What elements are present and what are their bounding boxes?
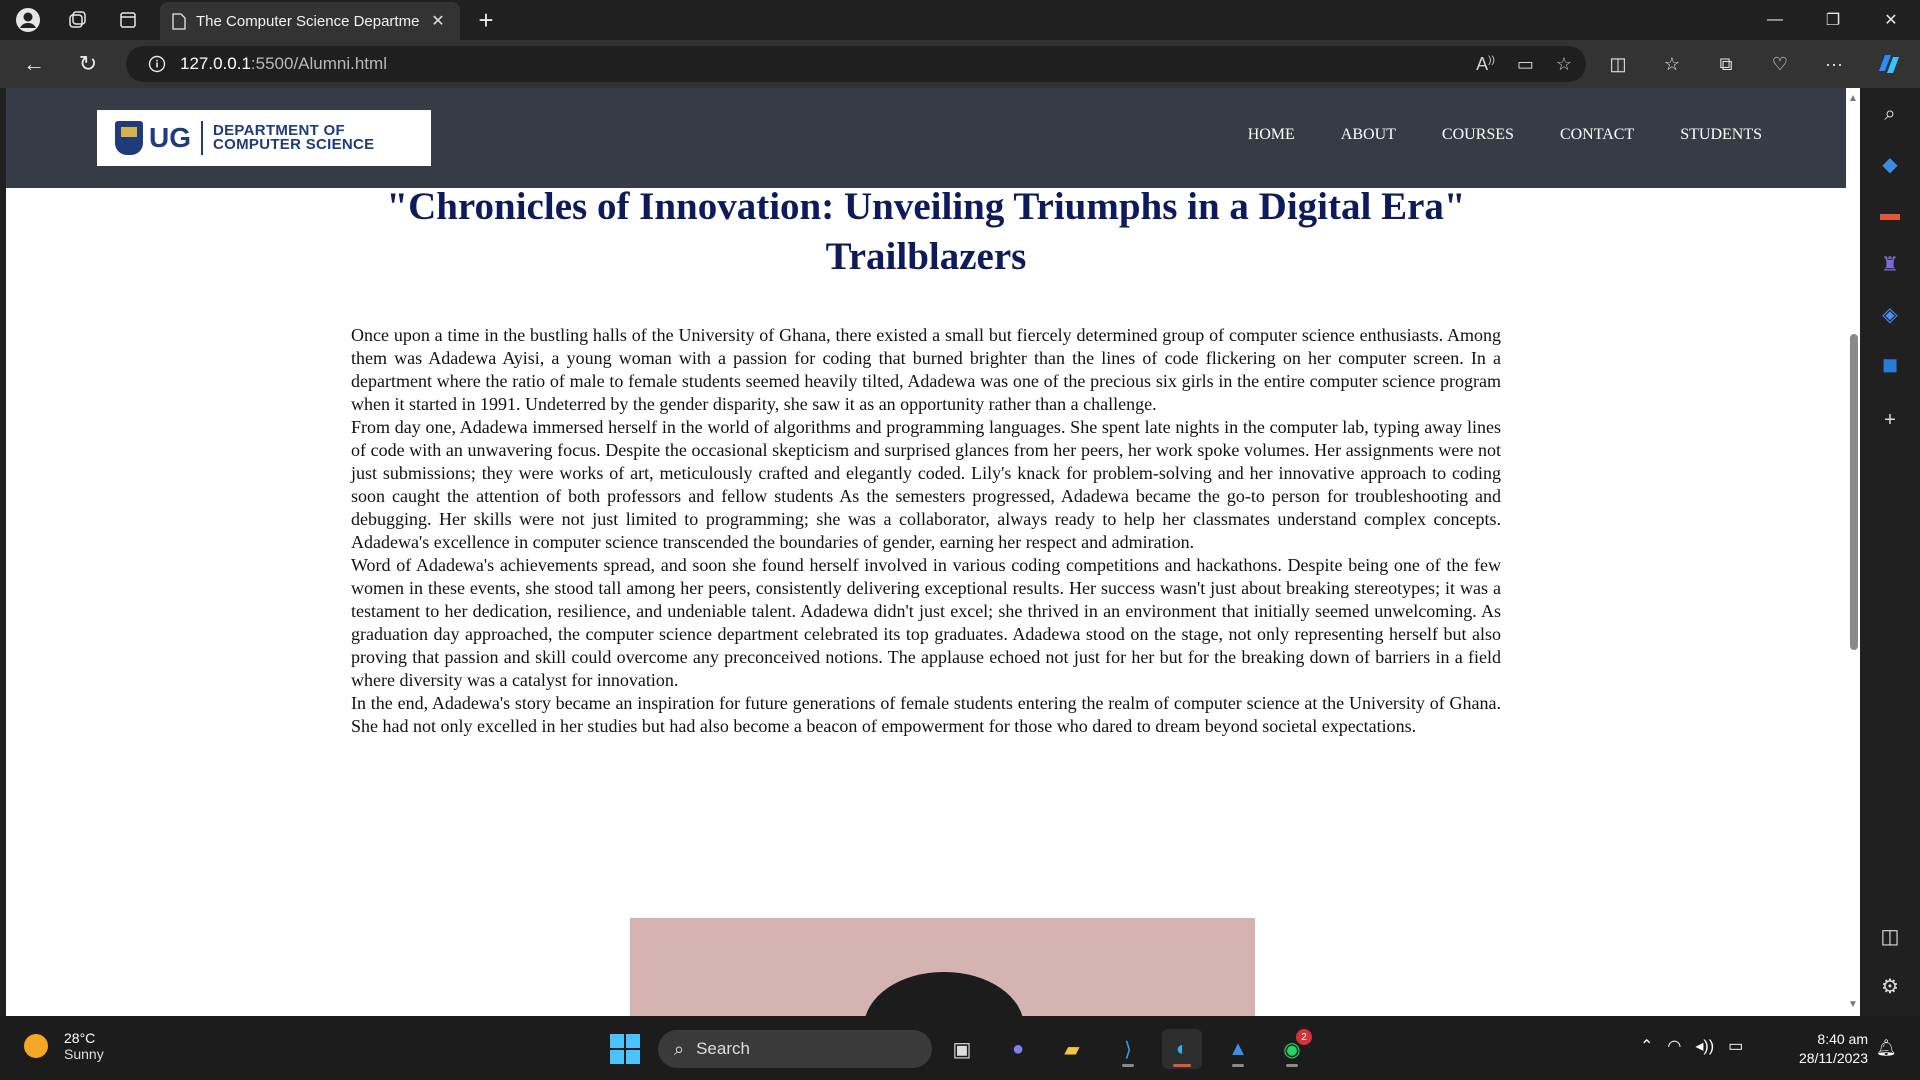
nav-contact[interactable]: CONTACT <box>1560 126 1634 144</box>
nav-home[interactable]: HOME <box>1248 126 1295 144</box>
weather-temperature: 28°C <box>64 1030 96 1046</box>
close-tab-icon[interactable]: ✕ <box>428 11 448 31</box>
more-options-icon[interactable]: ··· <box>1816 46 1852 82</box>
favorite-star-icon[interactable]: ☆ <box>1556 54 1572 75</box>
university-crest-icon <box>115 121 143 155</box>
file-explorer-icon[interactable]: ▰ <box>1052 1029 1092 1069</box>
split-screen-icon[interactable]: ◫ <box>1600 46 1636 82</box>
alumni-story: Once upon a time in the bustling halls o… <box>351 324 1501 738</box>
edge-icon[interactable]: ◐ <box>1162 1029 1202 1069</box>
copilot-icon[interactable] <box>1870 46 1906 82</box>
address-bar[interactable]: 127.0.0.1:5500/Alumni.html A)) ▭ ☆ <box>126 46 1586 82</box>
scroll-down-arrow-icon[interactable]: ▼ <box>1848 1000 1858 1010</box>
page-title-line-1: "Chronicles of Innovation: Unveiling Tri… <box>386 185 1466 228</box>
close-window-icon[interactable]: ✕ <box>1862 0 1920 40</box>
notification-badge: 2 <box>1296 1029 1312 1045</box>
logo-divider <box>201 121 203 155</box>
windows-start-icon[interactable] <box>610 1034 640 1064</box>
page-title: "Chronicles of Innovation: Unveiling Tri… <box>6 182 1846 282</box>
back-arrow-icon[interactable]: ← <box>16 46 52 82</box>
notification-bell-icon[interactable]: 🔔︎ <box>1876 1038 1896 1058</box>
nav-about[interactable]: ABOUT <box>1341 126 1396 144</box>
taskbar-clock[interactable]: 8:40 am 28/11/2023 <box>1772 1030 1868 1068</box>
logo-department-text: DEPARTMENT OF COMPUTER SCIENCE <box>213 123 375 153</box>
tab-title: The Computer Science Departme <box>196 12 420 30</box>
clock-date: 28/11/2023 <box>1798 1050 1868 1066</box>
story-paragraph: Word of Adadewa's achievements spread, a… <box>351 555 1501 690</box>
system-tray: ⌃ ◠ ◂)) ▭ <box>1640 1036 1743 1056</box>
info-icon[interactable] <box>148 55 166 73</box>
scroll-up-arrow-icon[interactable]: ▲ <box>1848 94 1858 104</box>
sun-icon <box>24 1034 48 1058</box>
collections-icon[interactable]: ⧉ <box>1708 46 1744 82</box>
search-icon[interactable]: ⌕ <box>1872 96 1908 132</box>
site-header: UG DEPARTMENT OF COMPUTER SCIENCE HOME A… <box>6 88 1846 188</box>
search-magnifier-icon: ⌕ <box>674 1038 685 1059</box>
favorites-icon[interactable]: ☆ <box>1654 46 1690 82</box>
department-logo[interactable]: UG DEPARTMENT OF COMPUTER SCIENCE <box>97 110 431 166</box>
teams-chat-icon[interactable]: ● <box>998 1029 1038 1069</box>
logo-line-2: COMPUTER SCIENCE <box>213 136 375 153</box>
minimize-icon[interactable]: — <box>1746 0 1804 40</box>
running-indicator <box>1122 1064 1134 1067</box>
tools-briefcase-icon[interactable]: ▬ <box>1872 196 1908 232</box>
page-viewport: UG DEPARTMENT OF COMPUTER SCIENCE HOME A… <box>6 88 1846 1016</box>
show-hidden-icons-chevron-icon[interactable]: ⌃ <box>1640 1036 1653 1056</box>
edge-sidebar: ⌕ ◆ ▬ ♜ ◈ ◼ + ◫ ⚙ <box>1860 88 1920 1016</box>
refresh-icon[interactable]: ↻ <box>70 46 106 82</box>
photos-app-icon[interactable]: ▲ <box>1218 1029 1258 1069</box>
url-path: :5500/Alumni.html <box>250 54 387 73</box>
story-paragraph: In the end, Adadewa's story became an in… <box>351 693 1501 736</box>
weather-condition: Sunny <box>64 1046 104 1062</box>
browser-toolbar: ← ↻ 127.0.0.1:5500/Alumni.html A)) ▭ ☆ ◫… <box>0 40 1920 88</box>
address-bar-actions: A)) ▭ ☆ <box>1476 46 1572 82</box>
profile-icon[interactable] <box>8 0 48 40</box>
add-sidebar-app-icon[interactable]: + <box>1872 402 1908 438</box>
taskbar-search[interactable]: ⌕ Search <box>658 1030 932 1068</box>
restore-icon[interactable]: ❐ <box>1804 0 1862 40</box>
page-title-line-2: Trailblazers <box>825 235 1027 278</box>
new-tab-button[interactable]: + <box>468 2 504 38</box>
story-paragraph: Once upon a time in the bustling halls o… <box>351 325 1501 414</box>
nav-courses[interactable]: COURSES <box>1442 126 1514 144</box>
weather-widget[interactable]: 28°C Sunny <box>24 1030 104 1062</box>
page-icon <box>172 12 186 30</box>
portrait-figure <box>864 972 1024 1016</box>
nav-students[interactable]: STUDENTS <box>1680 126 1762 144</box>
running-indicator <box>1286 1064 1298 1067</box>
browser-tools: ◫ ☆ ⧉ ♡ ··· <box>1600 46 1906 82</box>
window-controls: — ❐ ✕ <box>1746 0 1920 40</box>
whatsapp-icon[interactable]: ◉ 2 <box>1272 1029 1312 1069</box>
running-indicator <box>1232 1064 1244 1067</box>
copilot-sidebar-icon[interactable]: ◈ <box>1872 296 1908 332</box>
taskbar-search-label: Search <box>696 1039 750 1058</box>
alumni-photo <box>630 918 1255 1016</box>
page-scrollbar[interactable]: ▲ ▼ <box>1846 88 1860 1016</box>
wifi-icon[interactable]: ◠ <box>1667 1036 1681 1056</box>
clock-time: 8:40 am <box>1817 1031 1868 1047</box>
games-icon[interactable]: ♜ <box>1872 246 1908 282</box>
sidebar-settings-gear-icon[interactable]: ⚙ <box>1872 968 1908 1004</box>
immersive-reader-icon[interactable]: ▭ <box>1517 54 1534 75</box>
battery-icon[interactable]: ▭ <box>1728 1036 1743 1056</box>
hide-sidebar-icon[interactable]: ◫ <box>1872 918 1908 954</box>
windows-taskbar: 28°C Sunny ⌕ Search ▣ ● ▰ ⟩ ◐ ▲ ◉ 2 ⌃ ◠ ◂… <box>0 1016 1920 1080</box>
task-view-icon[interactable]: ▣ <box>942 1029 982 1069</box>
workspaces-icon[interactable] <box>58 0 98 40</box>
volume-icon[interactable]: ◂)) <box>1695 1036 1714 1056</box>
outlook-icon[interactable]: ◼ <box>1872 346 1908 382</box>
read-aloud-icon[interactable]: A)) <box>1476 54 1495 75</box>
story-paragraph: From day one, Adadewa immersed herself i… <box>351 417 1501 552</box>
browser-tab-strip: The Computer Science Departme ✕ + — ❐ ✕ <box>0 0 1920 40</box>
scrollbar-thumb[interactable] <box>1850 334 1858 650</box>
vscode-icon[interactable]: ⟩ <box>1108 1029 1148 1069</box>
shopping-tag-icon[interactable]: ◆ <box>1872 146 1908 182</box>
url-host: 127.0.0.1 <box>180 54 251 73</box>
active-tab[interactable]: The Computer Science Departme ✕ <box>160 2 460 40</box>
tab-actions-icon[interactable] <box>108 0 148 40</box>
logo-ug-text: UG <box>149 122 191 153</box>
browser-essentials-icon[interactable]: ♡ <box>1762 46 1798 82</box>
site-nav: HOME ABOUT COURSES CONTACT STUDENTS <box>1248 126 1762 144</box>
active-indicator <box>1173 1064 1191 1067</box>
